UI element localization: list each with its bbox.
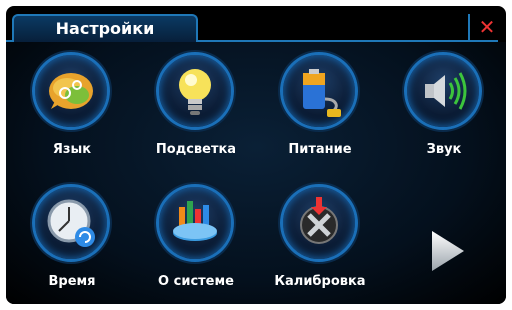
speaker-icon [404,52,482,130]
battery-icon [280,52,358,130]
title-bar: Настройки ✕ [6,6,506,42]
menu-item-label: О системе [158,274,234,289]
language-icon [32,52,110,130]
settings-window: Настройки ✕ Язык Подсветка Питание Звук … [6,6,506,304]
menu-item-label: Питание [288,142,352,157]
close-button[interactable]: ✕ [474,14,500,40]
menu-item-sound[interactable]: Звук [384,50,504,170]
close-separator [468,14,470,40]
menu-item-label: Время [48,274,96,289]
menu-item-calibration[interactable]: Калибровка [260,182,380,302]
menu-item-label: Язык [52,142,92,157]
next-page-button[interactable] [422,227,470,275]
next-arrow-icon [432,231,464,271]
settings-grid: Язык Подсветка Питание Звук Время О сист… [6,42,506,304]
calibration-icon [280,184,358,262]
menu-item-label: Звук [426,142,462,157]
lightbulb-icon [156,52,234,130]
title-tab: Настройки [12,14,198,42]
menu-item-language[interactable]: Язык [12,50,132,170]
menu-item-about[interactable]: О системе [136,182,256,302]
chart-icon [156,184,234,262]
window-title: Настройки [55,19,155,38]
menu-item-time[interactable]: Время [12,182,132,302]
menu-item-backlight[interactable]: Подсветка [136,50,256,170]
menu-item-label: Калибровка [274,274,366,289]
clock-icon [32,184,110,262]
menu-item-label: Подсветка [155,142,237,157]
close-icon: ✕ [478,15,496,39]
menu-item-power[interactable]: Питание [260,50,380,170]
